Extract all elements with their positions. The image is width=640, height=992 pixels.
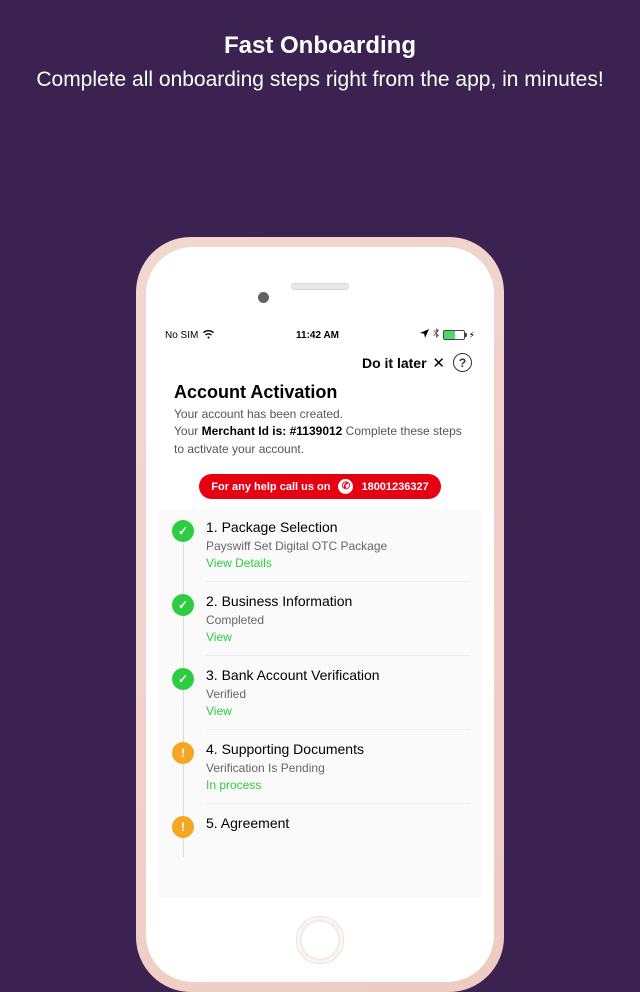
step-supporting-docs[interactable]: ! 4. Supporting Documents Verification I…	[172, 741, 482, 815]
steps-container: ✓ 1. Package Selection Payswiff Set Digi…	[158, 509, 482, 898]
warning-icon: !	[172, 816, 194, 838]
help-pill-text: For any help call us on	[211, 481, 330, 493]
step-title: 1. Package Selection	[206, 519, 470, 535]
step-title: 5. Agreement	[206, 815, 470, 831]
step-title: 2. Business Information	[206, 593, 470, 609]
step-status: Verification Is Pending	[206, 761, 470, 775]
status-time: 11:42 AM	[296, 330, 339, 341]
location-icon	[420, 329, 429, 341]
step-status: Payswiff Set Digital OTC Package	[206, 539, 470, 553]
step-link[interactable]: In process	[206, 778, 470, 792]
promo-title: Fast Onboarding	[0, 32, 640, 60]
carrier-label: No SIM	[165, 330, 198, 341]
bluetooth-icon	[433, 328, 439, 342]
bezel-top	[146, 247, 494, 325]
step-title: 4. Supporting Documents	[206, 741, 470, 757]
step-link[interactable]: View	[206, 630, 470, 644]
phone-icon: ✆	[338, 479, 353, 494]
camera-dot	[258, 292, 269, 303]
charging-icon: ⚡︎	[469, 330, 475, 341]
phone-screen: No SIM 11:42 AM ⚡︎	[158, 325, 482, 898]
speaker-slot	[291, 283, 349, 290]
battery-icon	[443, 330, 465, 340]
promo-subtitle: Complete all onboarding steps right from…	[0, 66, 640, 94]
check-icon: ✓	[172, 668, 194, 690]
activation-header: Account Activation Your account has been…	[158, 378, 482, 470]
home-button[interactable]	[296, 916, 344, 964]
check-icon: ✓	[172, 594, 194, 616]
warning-icon: !	[172, 742, 194, 764]
header-row: Do it later ✕ ?	[158, 345, 482, 378]
activation-text: Your account has been created. Your Merc…	[174, 406, 466, 458]
step-status: Completed	[206, 613, 470, 627]
help-call-pill[interactable]: For any help call us on ✆ 18001236327	[199, 474, 441, 499]
step-package-selection[interactable]: ✓ 1. Package Selection Payswiff Set Digi…	[172, 519, 482, 593]
step-link[interactable]: View Details	[206, 556, 470, 570]
activation-title: Account Activation	[174, 382, 466, 403]
do-it-later-button[interactable]: Do it later ✕	[362, 354, 445, 372]
phone-frame: No SIM 11:42 AM ⚡︎	[136, 237, 504, 992]
step-bank-verification[interactable]: ✓ 3. Bank Account Verification Verified …	[172, 667, 482, 741]
step-title: 3. Bank Account Verification	[206, 667, 470, 683]
help-button[interactable]: ?	[453, 353, 472, 372]
step-link[interactable]: View	[206, 704, 470, 718]
wifi-icon	[202, 329, 215, 342]
merchant-id: Merchant Id is: #1139012	[202, 424, 343, 438]
status-bar: No SIM 11:42 AM ⚡︎	[158, 325, 482, 345]
close-icon[interactable]: ✕	[432, 355, 445, 372]
help-phone-number: 18001236327	[361, 481, 428, 493]
step-status: Verified	[206, 687, 470, 701]
check-icon: ✓	[172, 520, 194, 542]
phone-inner: No SIM 11:42 AM ⚡︎	[146, 247, 494, 982]
step-agreement[interactable]: ! 5. Agreement	[172, 815, 482, 857]
step-business-info[interactable]: ✓ 2. Business Information Completed View	[172, 593, 482, 667]
